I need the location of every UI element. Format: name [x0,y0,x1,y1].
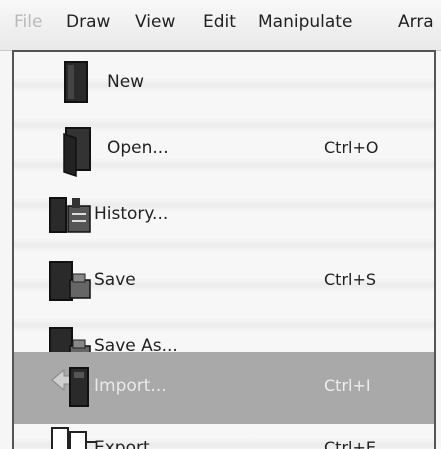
menu-item-open[interactable]: Open... Ctrl+O [14,118,434,184]
history-icon [49,197,91,233]
menu-item-export[interactable]: Export... Ctrl+E [14,424,434,449]
file-menu-dropdown: New Open... Ctrl+O History... Save Ctrl+… [12,50,436,449]
menu-arrange[interactable]: Arra [398,12,434,32]
menu-item-label: Open... [107,138,169,158]
menu-file[interactable]: File [14,12,42,32]
shortcut-text: Ctrl+O [324,138,379,157]
menu-manipulate[interactable]: Manipulate [258,12,352,32]
open-document-icon [63,127,91,178]
export-icon [51,427,96,449]
menu-item-new[interactable]: New [14,52,434,118]
menu-draw[interactable]: Draw [66,12,110,32]
menu-item-label: History... [94,204,169,224]
menu-item-history[interactable]: History... [14,184,434,250]
menu-bar: File Draw View Edit Manipulate Arra [0,0,441,51]
import-icon [51,367,89,407]
application-window: File Draw View Edit Manipulate Arra New … [0,0,441,449]
menu-item-label: New [107,72,145,92]
menu-item-label: Export... [94,438,166,449]
menu-view[interactable]: View [135,12,175,32]
menu-item-import[interactable]: Import... Ctrl+I [14,352,434,424]
shortcut-text: Ctrl+E [324,438,376,449]
shortcut-text: Ctrl+S [324,270,377,289]
new-document-icon [64,61,88,103]
menu-item-label: Save [94,270,136,290]
menu-item-label: Import... [94,376,167,396]
menu-edit[interactable]: Edit [203,12,236,32]
menu-item-save[interactable]: Save Ctrl+S [14,250,434,316]
save-icon [49,261,91,301]
shortcut-text: Ctrl+I [324,376,371,395]
